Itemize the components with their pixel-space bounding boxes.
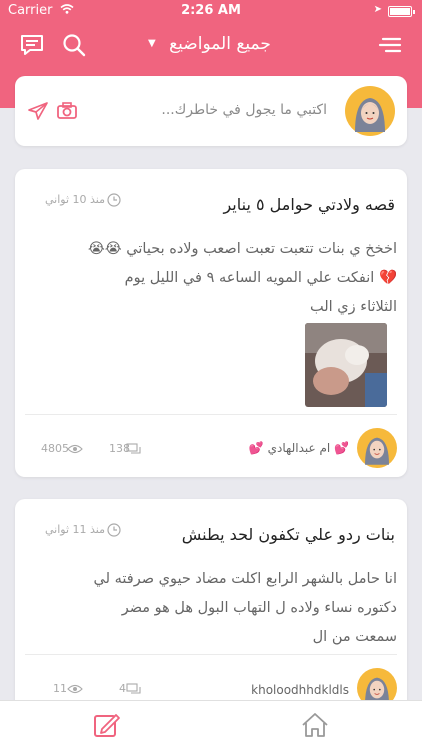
comments-icon (126, 683, 141, 694)
divider (25, 414, 397, 415)
clock-time: 2:26 AM (181, 3, 241, 18)
search-icon[interactable] (60, 31, 88, 59)
post-excerpt-line: 💔 انفكت علي المويه الساعه ٩ في الليل يوم (124, 270, 397, 286)
post-card[interactable]: قصه ولادتي حوامل ٥ يناير منذ 10 ثواني اخ… (15, 169, 407, 477)
comment-count: 138 (109, 442, 130, 455)
send-icon[interactable] (27, 100, 49, 122)
clock-icon (107, 523, 121, 537)
eye-icon (67, 684, 83, 694)
post-time: منذ 10 ثواني (45, 193, 106, 206)
author-name[interactable]: kholoodhhdkldls (251, 683, 349, 697)
post-composer[interactable]: اكتبي ما يجول في خاطرك... (15, 76, 407, 146)
tab-bar (0, 700, 422, 750)
eye-icon (67, 444, 83, 454)
author-name[interactable]: 💕 ام عبدالهادي 💕 (249, 441, 349, 455)
post-excerpt-line: سمعت من ال (312, 629, 397, 645)
battery-icon (388, 6, 415, 17)
location-arrow-icon: ➤ (373, 4, 382, 15)
post-excerpt-line: دكتوره نساء ولاده ل التهاب البول هل هو م… (121, 600, 397, 616)
nav-bar: ▼ جميع المواضيع (0, 22, 422, 68)
status-bar: Carrier 2:26 AM ➤ (0, 0, 422, 22)
post-time: منذ 11 ثواني (45, 523, 106, 536)
post-excerpt[interactable]: اخخخ ي بنات تتعبت تعبت اصعب ولاده بحياتي… (25, 235, 397, 322)
post-excerpt-line: اخخخ ي بنات تتعبت تعبت اصعب ولاده بحياتي… (87, 241, 397, 257)
post-title[interactable]: قصه ولادتي حوامل ٥ يناير (223, 195, 395, 214)
home-icon[interactable] (300, 711, 330, 739)
post-excerpt-line: الثلاثاء زي الب (310, 299, 397, 315)
post-excerpt[interactable]: انا حامل بالشهر الرابع اكلت مضاد حيوي صر… (25, 565, 397, 652)
divider (25, 654, 397, 655)
composer-input[interactable]: اكتبي ما يجول في خاطرك... (161, 102, 327, 118)
post-excerpt-line: انا حامل بالشهر الرابع اكلت مضاد حيوي صر… (93, 571, 397, 587)
camera-icon[interactable] (56, 101, 78, 121)
menu-icon[interactable] (376, 31, 404, 59)
comment-count: 4 (119, 682, 126, 695)
view-count: 4805 (41, 442, 69, 455)
chat-icon[interactable] (18, 31, 46, 59)
clock-icon (107, 193, 121, 207)
post-title[interactable]: بنات ردو علي تكفون لحد يطنش (182, 525, 395, 544)
avatar[interactable] (345, 86, 395, 136)
compose-icon[interactable] (92, 711, 122, 739)
post-image[interactable] (305, 323, 387, 407)
category-dropdown[interactable]: جميع المواضيع (140, 34, 300, 54)
view-count: 11 (53, 682, 67, 695)
avatar[interactable] (357, 428, 397, 468)
